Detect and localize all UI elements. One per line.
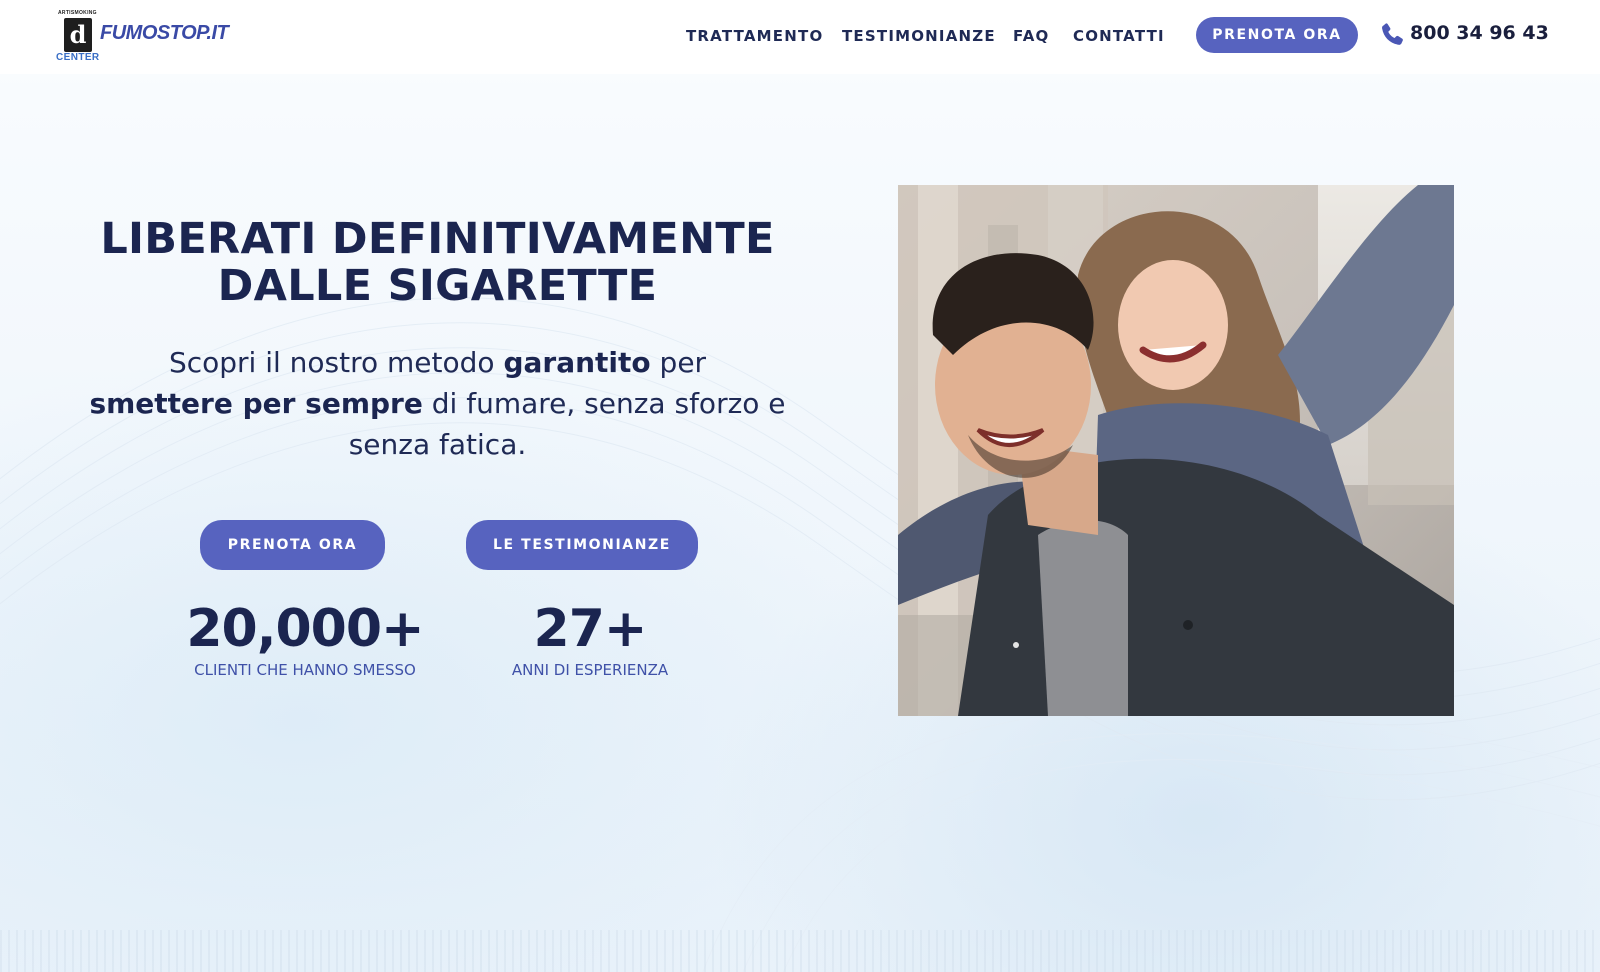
header-book-button[interactable]: PRENOTA ORA bbox=[1196, 17, 1358, 53]
stat-clients-label: CLIENTI CHE HANNO SMESSO bbox=[194, 661, 416, 679]
hero-subtitle-bold-1: garantito bbox=[503, 346, 651, 379]
site-logo[interactable]: ARTISMOKING d FUMOSTOP.IT CENTER bbox=[56, 8, 236, 66]
nav-link-contatti[interactable]: CONTATTI bbox=[1073, 27, 1165, 47]
hero-photo bbox=[898, 185, 1454, 716]
happy-couple-image bbox=[898, 185, 1454, 716]
hero-title: LIBERATI DEFINITIVAMENTE DALLE SIGARETTE bbox=[60, 216, 815, 310]
nav-link-testimonianze[interactable]: TESTIMONIANZE bbox=[842, 27, 996, 47]
logo-mark-letter: d bbox=[69, 20, 87, 49]
site-header: ARTISMOKING d FUMOSTOP.IT CENTER TRATTAM… bbox=[0, 0, 1600, 74]
hero-subtitle-text-2: per bbox=[650, 346, 707, 379]
hero-subtitle: Scopri il nostro metodo garantito per sm… bbox=[60, 342, 815, 465]
landing-page: ARTISMOKING d FUMOSTOP.IT CENTER TRATTAM… bbox=[0, 0, 1600, 972]
logo-wordmark: FUMOSTOP.IT bbox=[100, 22, 229, 44]
hero-testimonials-button[interactable]: LE TESTIMONIANZE bbox=[466, 520, 698, 570]
decorative-dots-strip bbox=[0, 930, 1600, 972]
hero-subtitle-bold-2: smettere per sempre bbox=[89, 387, 423, 420]
logo-subtext: CENTER bbox=[56, 52, 100, 63]
phone-icon[interactable] bbox=[1378, 20, 1406, 50]
hero-book-button[interactable]: PRENOTA ORA bbox=[200, 520, 385, 570]
nav-link-faq[interactable]: FAQ bbox=[1013, 27, 1050, 47]
phone-number[interactable]: 800 34 96 43 bbox=[1410, 22, 1549, 44]
stat-years-value: 27+ bbox=[533, 599, 648, 659]
hero-title-line-1: LIBERATI DEFINITIVAMENTE bbox=[100, 214, 775, 264]
stat-clients-value: 20,000+ bbox=[186, 599, 424, 659]
hero-subtitle-text-1: Scopri il nostro metodo bbox=[168, 346, 504, 379]
logo-tagline: ARTISMOKING bbox=[58, 10, 97, 16]
hero-title-line-2: DALLE SIGARETTE bbox=[217, 261, 658, 311]
nav-link-trattamento[interactable]: TRATTAMENTO bbox=[686, 27, 823, 47]
stat-years-label: ANNI DI ESPERIENZA bbox=[511, 661, 669, 679]
logo-mark: d bbox=[64, 18, 92, 52]
